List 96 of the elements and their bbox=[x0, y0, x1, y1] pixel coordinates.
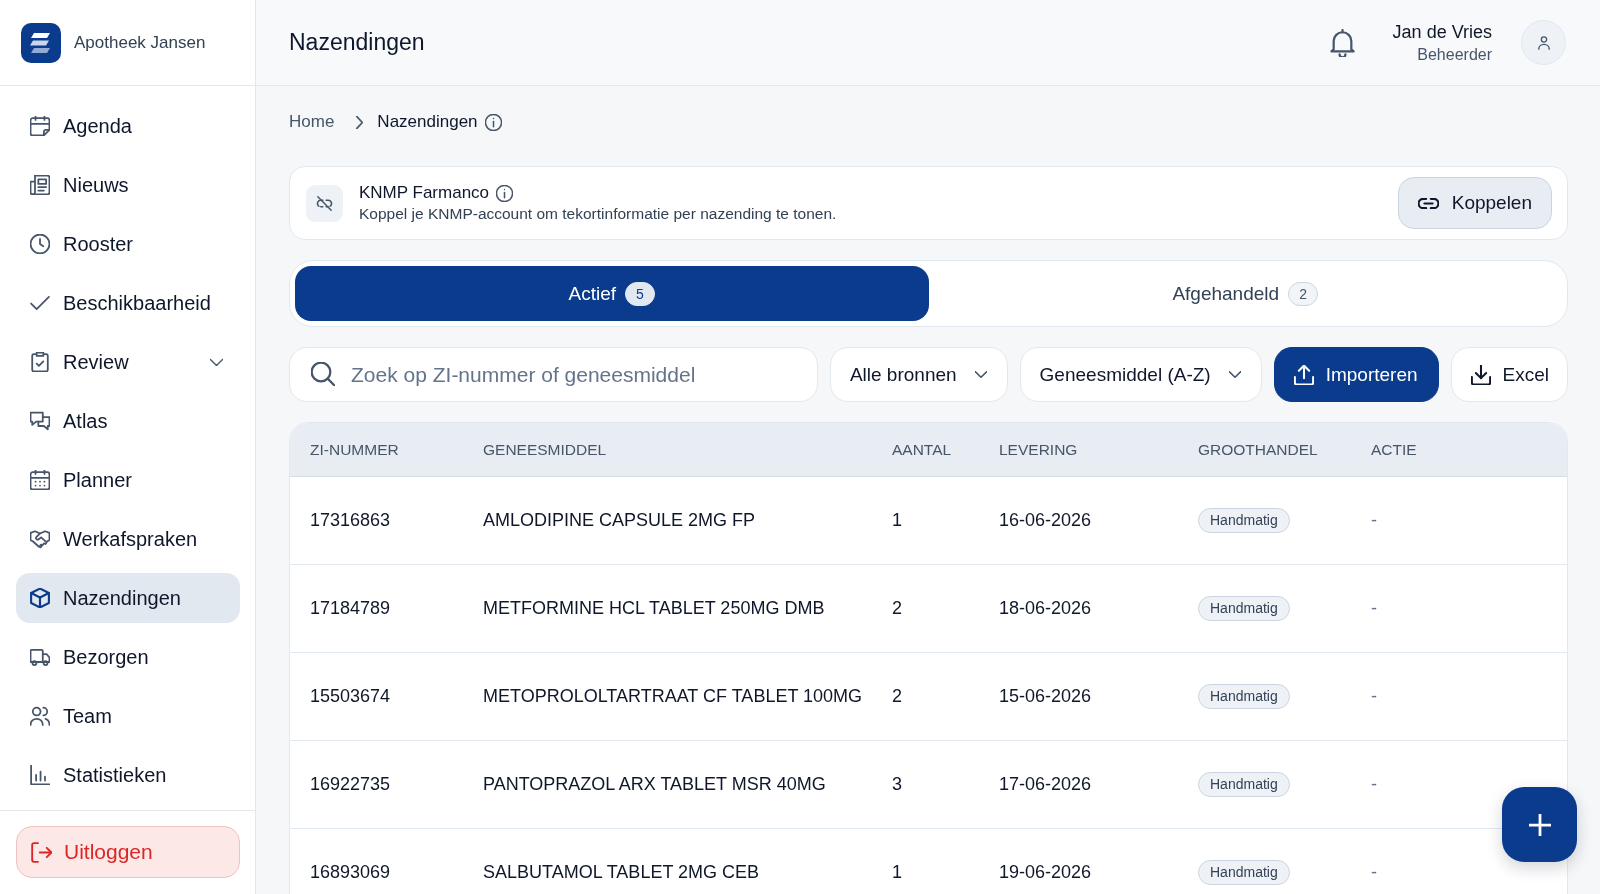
column-header: GENEESMIDDEL bbox=[483, 440, 607, 459]
breadcrumb-current: Nazendingen bbox=[377, 112, 478, 132]
table-cell: - bbox=[1371, 774, 1377, 795]
download-icon bbox=[1470, 364, 1491, 385]
user-icon bbox=[1537, 35, 1550, 50]
brand-name: Apotheek Jansen bbox=[74, 32, 206, 53]
sidebar-item[interactable]: Statistieken bbox=[16, 750, 240, 800]
chevron-down-icon bbox=[1228, 371, 1241, 378]
sidebar-item[interactable]: Planner bbox=[16, 455, 240, 505]
notifications-button[interactable] bbox=[1329, 28, 1355, 57]
tab[interactable]: Afgehandeld 2 bbox=[928, 266, 1562, 321]
table-cell: 1 bbox=[892, 862, 902, 883]
table-cell: 2 bbox=[892, 598, 902, 619]
table-cell: 1 bbox=[892, 510, 902, 531]
bar-chart-icon bbox=[30, 765, 50, 785]
truck-icon bbox=[30, 647, 50, 667]
source-tag: Handmatig bbox=[1198, 772, 1290, 797]
table-cell: 15-06-2026 bbox=[999, 686, 1092, 707]
checkmark-icon bbox=[30, 293, 50, 313]
broken-link-icon bbox=[306, 184, 343, 222]
info-icon[interactable] bbox=[484, 113, 502, 131]
sidebar-item[interactable]: Bezorgen bbox=[16, 632, 240, 682]
breadcrumb-link[interactable]: Home bbox=[289, 112, 335, 132]
add-button[interactable] bbox=[1502, 787, 1577, 862]
clipboard-check-icon bbox=[30, 352, 50, 372]
upload-icon bbox=[1293, 364, 1314, 385]
sidebar-item[interactable]: Beschikbaarheid bbox=[16, 278, 240, 328]
clock-icon bbox=[30, 234, 50, 254]
column-header: GROOTHANDEL bbox=[1198, 440, 1318, 459]
chevron-right-icon bbox=[356, 115, 364, 129]
source-dropdown[interactable]: Alle bronnen bbox=[829, 347, 1008, 402]
table-cell: AMLODIPINE CAPSULE 2MG FP bbox=[483, 510, 756, 531]
table-cell: 19-06-2026 bbox=[999, 862, 1092, 883]
table-cell: 15503674 bbox=[310, 686, 391, 707]
table-cell: PANTOPRAZOL ARX TABLET MSR 40MG bbox=[483, 774, 826, 795]
table-cell: 2 bbox=[892, 686, 902, 707]
box-icon bbox=[30, 588, 50, 608]
calendar-icon bbox=[30, 116, 50, 136]
source-tag: Handmatig bbox=[1198, 508, 1290, 533]
integration-title: KNMP Farmanco bbox=[359, 183, 490, 203]
tab[interactable]: Actief 5 bbox=[295, 266, 929, 321]
sidebar-item[interactable]: Review bbox=[16, 337, 240, 387]
export-button[interactable]: Excel bbox=[1450, 347, 1568, 402]
sidebar-item[interactable]: Team bbox=[16, 691, 240, 741]
column-header: ZI-NUMMER bbox=[310, 440, 399, 459]
tab-count: 5 bbox=[625, 281, 655, 306]
logo-icon bbox=[21, 22, 61, 63]
table-cell: METFORMINE HCL TABLET 250MG DMB bbox=[483, 598, 825, 619]
sidebar-item[interactable]: Nieuws bbox=[16, 160, 240, 210]
logout-icon bbox=[31, 841, 52, 863]
table-cell: - bbox=[1371, 510, 1377, 531]
table-cell: SALBUTAMOL TABLET 2MG CEB bbox=[483, 862, 760, 883]
table-cell: 17184789 bbox=[310, 598, 391, 619]
user-role: Beheerder bbox=[1417, 44, 1492, 65]
sidebar-item[interactable]: Werkafspraken bbox=[16, 514, 240, 564]
logout-button[interactable]: Uitloggen bbox=[16, 826, 240, 878]
column-header: AANTAL bbox=[892, 440, 952, 459]
source-tag: Handmatig bbox=[1198, 596, 1290, 621]
info-icon[interactable] bbox=[496, 184, 514, 202]
sidebar-item[interactable]: Agenda bbox=[16, 101, 240, 151]
sidebar-item[interactable]: Nazendingen bbox=[16, 573, 240, 623]
link-icon bbox=[1417, 197, 1439, 209]
sidebar-item[interactable]: Atlas bbox=[16, 396, 240, 446]
chat-bubbles-icon bbox=[30, 411, 50, 431]
plus-icon bbox=[1528, 813, 1551, 836]
import-button[interactable]: Importeren bbox=[1273, 347, 1439, 402]
tab-count: 2 bbox=[1288, 281, 1319, 306]
sort-dropdown[interactable]: Geneesmiddel (A-Z) bbox=[1019, 347, 1262, 402]
handshake-icon bbox=[30, 529, 50, 549]
chevron-down-icon bbox=[974, 371, 987, 378]
table-cell: 16922735 bbox=[310, 774, 391, 795]
table-cell: - bbox=[1371, 598, 1377, 619]
table-cell: METOPROLOLTARTRAAT CF TABLET 100MG bbox=[483, 686, 863, 707]
search-field[interactable]: Zoek op ZI-nummer of geneesmiddel bbox=[289, 347, 818, 402]
table-cell: 3 bbox=[892, 774, 902, 795]
table-cell: 17316863 bbox=[310, 510, 391, 531]
column-header: ACTIE bbox=[1371, 440, 1417, 459]
calendar-grid-icon bbox=[30, 470, 50, 490]
search-icon bbox=[311, 362, 335, 386]
table-cell: - bbox=[1371, 862, 1377, 883]
table-cell: 16-06-2026 bbox=[999, 510, 1092, 531]
column-header: LEVERING bbox=[999, 440, 1078, 459]
newspaper-icon bbox=[30, 175, 50, 195]
page-title: Nazendingen bbox=[289, 29, 425, 56]
table-cell: - bbox=[1371, 686, 1377, 707]
table-cell: 16893069 bbox=[310, 862, 391, 883]
sidebar-item[interactable]: Rooster bbox=[16, 219, 240, 269]
source-tag: Handmatig bbox=[1198, 684, 1290, 709]
users-icon bbox=[30, 706, 50, 726]
user-name: Jan de Vries bbox=[1392, 20, 1492, 44]
connect-button[interactable]: Koppelen bbox=[1397, 177, 1552, 229]
source-tag: Handmatig bbox=[1198, 860, 1290, 885]
table-cell: 18-06-2026 bbox=[999, 598, 1092, 619]
integration-description: Koppel je KNMP-account om tekortinformatie per nazending te tonen. bbox=[359, 205, 838, 223]
bell-icon bbox=[1329, 28, 1355, 57]
table-cell: 17-06-2026 bbox=[999, 774, 1092, 795]
